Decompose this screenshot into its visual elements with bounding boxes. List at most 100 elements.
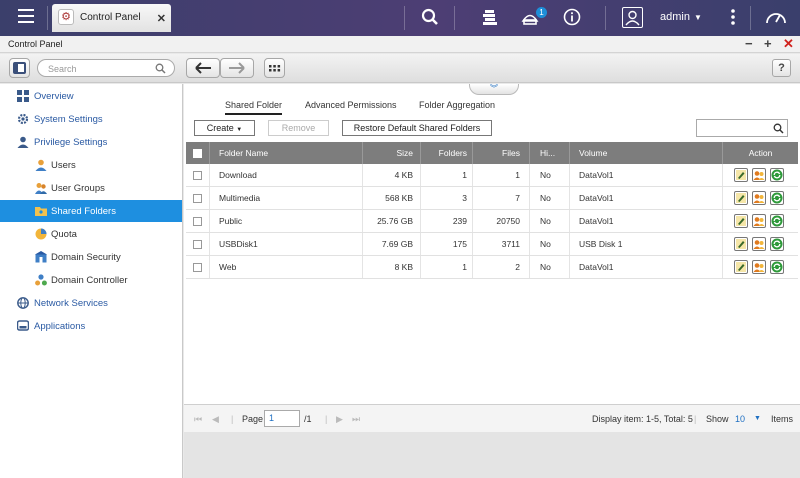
page-number-input[interactable]: 1 bbox=[264, 410, 300, 427]
row-checkbox[interactable] bbox=[193, 171, 202, 180]
select-all-checkbox[interactable] bbox=[193, 149, 202, 158]
table-header: Folder Name Size Folders Files Hi... Vol… bbox=[186, 142, 798, 164]
remove-button[interactable]: Remove bbox=[268, 120, 329, 136]
sidebar-item-network-services[interactable]: Network Services bbox=[0, 292, 182, 314]
previous-page-icon[interactable]: ◀ bbox=[212, 414, 219, 425]
user-group-icon bbox=[35, 183, 47, 194]
next-page-icon[interactable]: ▶ bbox=[336, 414, 343, 425]
folder-name-cell[interactable]: Web bbox=[209, 256, 362, 278]
edit-permissions-icon[interactable] bbox=[752, 260, 766, 274]
table-row[interactable]: USBDisk1 7.69 GB 175 3711 No USB Disk 1 bbox=[186, 233, 798, 256]
hidden-cell: No bbox=[529, 233, 569, 255]
applications-icon bbox=[17, 320, 29, 331]
sidebar-item-applications[interactable]: Applications bbox=[0, 315, 182, 337]
sidebar-item-overview[interactable]: Overview bbox=[0, 85, 182, 107]
chevron-down-icon[interactable]: ▼ bbox=[754, 415, 761, 422]
edit-permissions-icon[interactable] bbox=[752, 214, 766, 228]
sidebar-item-quota[interactable]: Quota bbox=[0, 223, 182, 245]
close-window-icon[interactable]: ✕ bbox=[783, 36, 794, 52]
background-task-icon[interactable] bbox=[481, 8, 499, 26]
username-label[interactable]: admin bbox=[660, 11, 690, 23]
edit-properties-icon[interactable] bbox=[734, 168, 748, 182]
row-checkbox[interactable] bbox=[193, 217, 202, 226]
volume-cell: DataVol1 bbox=[569, 256, 722, 278]
taskbar-separator bbox=[47, 6, 48, 30]
search-icon[interactable] bbox=[421, 8, 439, 26]
maximize-icon[interactable]: + bbox=[764, 36, 772, 52]
forward-button[interactable] bbox=[220, 58, 254, 78]
row-checkbox[interactable] bbox=[193, 194, 202, 203]
edit-properties-icon[interactable] bbox=[734, 214, 748, 228]
sidebar-item-label: Overview bbox=[34, 91, 74, 102]
row-checkbox[interactable] bbox=[193, 240, 202, 249]
refresh-icon[interactable] bbox=[770, 214, 784, 228]
volume-cell: DataVol1 bbox=[569, 164, 722, 186]
refresh-icon[interactable] bbox=[770, 168, 784, 182]
tab-shared-folder[interactable]: Shared Folder bbox=[225, 100, 283, 115]
user-avatar-icon[interactable] bbox=[622, 7, 643, 28]
row-checkbox[interactable] bbox=[193, 263, 202, 272]
restore-default-shared-folders-button[interactable]: Restore Default Shared Folders bbox=[342, 120, 492, 136]
sidebar-item-domain-security[interactable]: Domain Security bbox=[0, 246, 182, 268]
column-header-folder-name[interactable]: Folder Name bbox=[209, 142, 362, 164]
sidebar-item-system-settings[interactable]: System Settings bbox=[0, 108, 182, 130]
create-button[interactable]: Create ▼ bbox=[194, 120, 255, 136]
table-row[interactable]: Multimedia 568 KB 3 7 No DataVol1 bbox=[186, 187, 798, 210]
user-icon bbox=[35, 159, 47, 171]
collapse-header-chevron-down-icon[interactable]: ︾ bbox=[469, 84, 519, 95]
sidebar-item-privilege-settings[interactable]: Privilege Settings bbox=[0, 131, 182, 153]
back-button[interactable] bbox=[186, 58, 220, 78]
minimize-icon[interactable]: − bbox=[745, 36, 753, 52]
folders-cell: 1 bbox=[420, 256, 472, 278]
show-label: Show bbox=[706, 414, 729, 424]
tab-advanced-permissions[interactable]: Advanced Permissions bbox=[305, 100, 397, 110]
main-menu-icon[interactable] bbox=[18, 9, 34, 23]
edit-properties-icon[interactable] bbox=[734, 191, 748, 205]
info-icon[interactable] bbox=[563, 8, 581, 26]
edit-properties-icon[interactable] bbox=[734, 260, 748, 274]
edit-permissions-icon[interactable] bbox=[752, 191, 766, 205]
taskbar-separator bbox=[404, 6, 405, 30]
files-cell: 2 bbox=[472, 256, 529, 278]
column-header-hidden[interactable]: Hi... bbox=[529, 142, 569, 164]
help-button[interactable]: ? bbox=[772, 59, 791, 77]
column-header-volume[interactable]: Volume bbox=[569, 142, 722, 164]
last-page-icon[interactable]: ⏭ bbox=[352, 414, 360, 425]
search-icon bbox=[773, 123, 784, 136]
items-per-page-select[interactable]: 10 bbox=[735, 414, 745, 424]
sidebar-item-shared-folders[interactable]: Shared Folders bbox=[0, 200, 182, 222]
notification-count-badge: 1 bbox=[536, 7, 547, 18]
folder-filter-input[interactable] bbox=[696, 119, 788, 137]
sidebar-item-domain-controller[interactable]: Domain Controller bbox=[0, 269, 182, 291]
column-header-size[interactable]: Size bbox=[362, 142, 420, 164]
search-input[interactable] bbox=[48, 62, 148, 75]
domain-security-icon bbox=[35, 251, 47, 263]
dashboard-gauge-icon[interactable] bbox=[765, 8, 787, 26]
sidebar-toggle-button[interactable] bbox=[9, 58, 30, 78]
more-options-icon[interactable] bbox=[730, 8, 736, 26]
table-row[interactable]: Download 4 KB 1 1 No DataVol1 bbox=[186, 164, 798, 187]
user-menu-chevron-down-icon[interactable]: ▼ bbox=[694, 13, 702, 22]
folder-name-cell[interactable]: Download bbox=[209, 164, 362, 186]
refresh-icon[interactable] bbox=[770, 237, 784, 251]
edit-properties-icon[interactable] bbox=[734, 237, 748, 251]
refresh-icon[interactable] bbox=[770, 191, 784, 205]
table-row[interactable]: Public 25.76 GB 239 20750 No DataVol1 bbox=[186, 210, 798, 233]
folder-name-cell[interactable]: USBDisk1 bbox=[209, 233, 362, 255]
column-header-files[interactable]: Files bbox=[472, 142, 529, 164]
search-field[interactable] bbox=[37, 59, 175, 77]
table-row[interactable]: Web 8 KB 1 2 No DataVol1 bbox=[186, 256, 798, 279]
folder-name-cell[interactable]: Multimedia bbox=[209, 187, 362, 209]
first-page-icon[interactable]: ⏮ bbox=[194, 414, 202, 425]
edit-permissions-icon[interactable] bbox=[752, 168, 766, 182]
tab-folder-aggregation[interactable]: Folder Aggregation bbox=[419, 100, 495, 110]
close-tab-icon[interactable]: ✕ bbox=[157, 12, 166, 25]
app-grid-button[interactable] bbox=[264, 58, 285, 78]
refresh-icon[interactable] bbox=[770, 260, 784, 274]
control-panel-taskbar-tab[interactable]: ⚙ Control Panel ✕ bbox=[52, 4, 171, 32]
column-header-folders[interactable]: Folders bbox=[420, 142, 472, 164]
folder-name-cell[interactable]: Public bbox=[209, 210, 362, 232]
sidebar-item-users[interactable]: Users bbox=[0, 154, 182, 176]
sidebar-item-user-groups[interactable]: User Groups bbox=[0, 177, 182, 199]
edit-permissions-icon[interactable] bbox=[752, 237, 766, 251]
